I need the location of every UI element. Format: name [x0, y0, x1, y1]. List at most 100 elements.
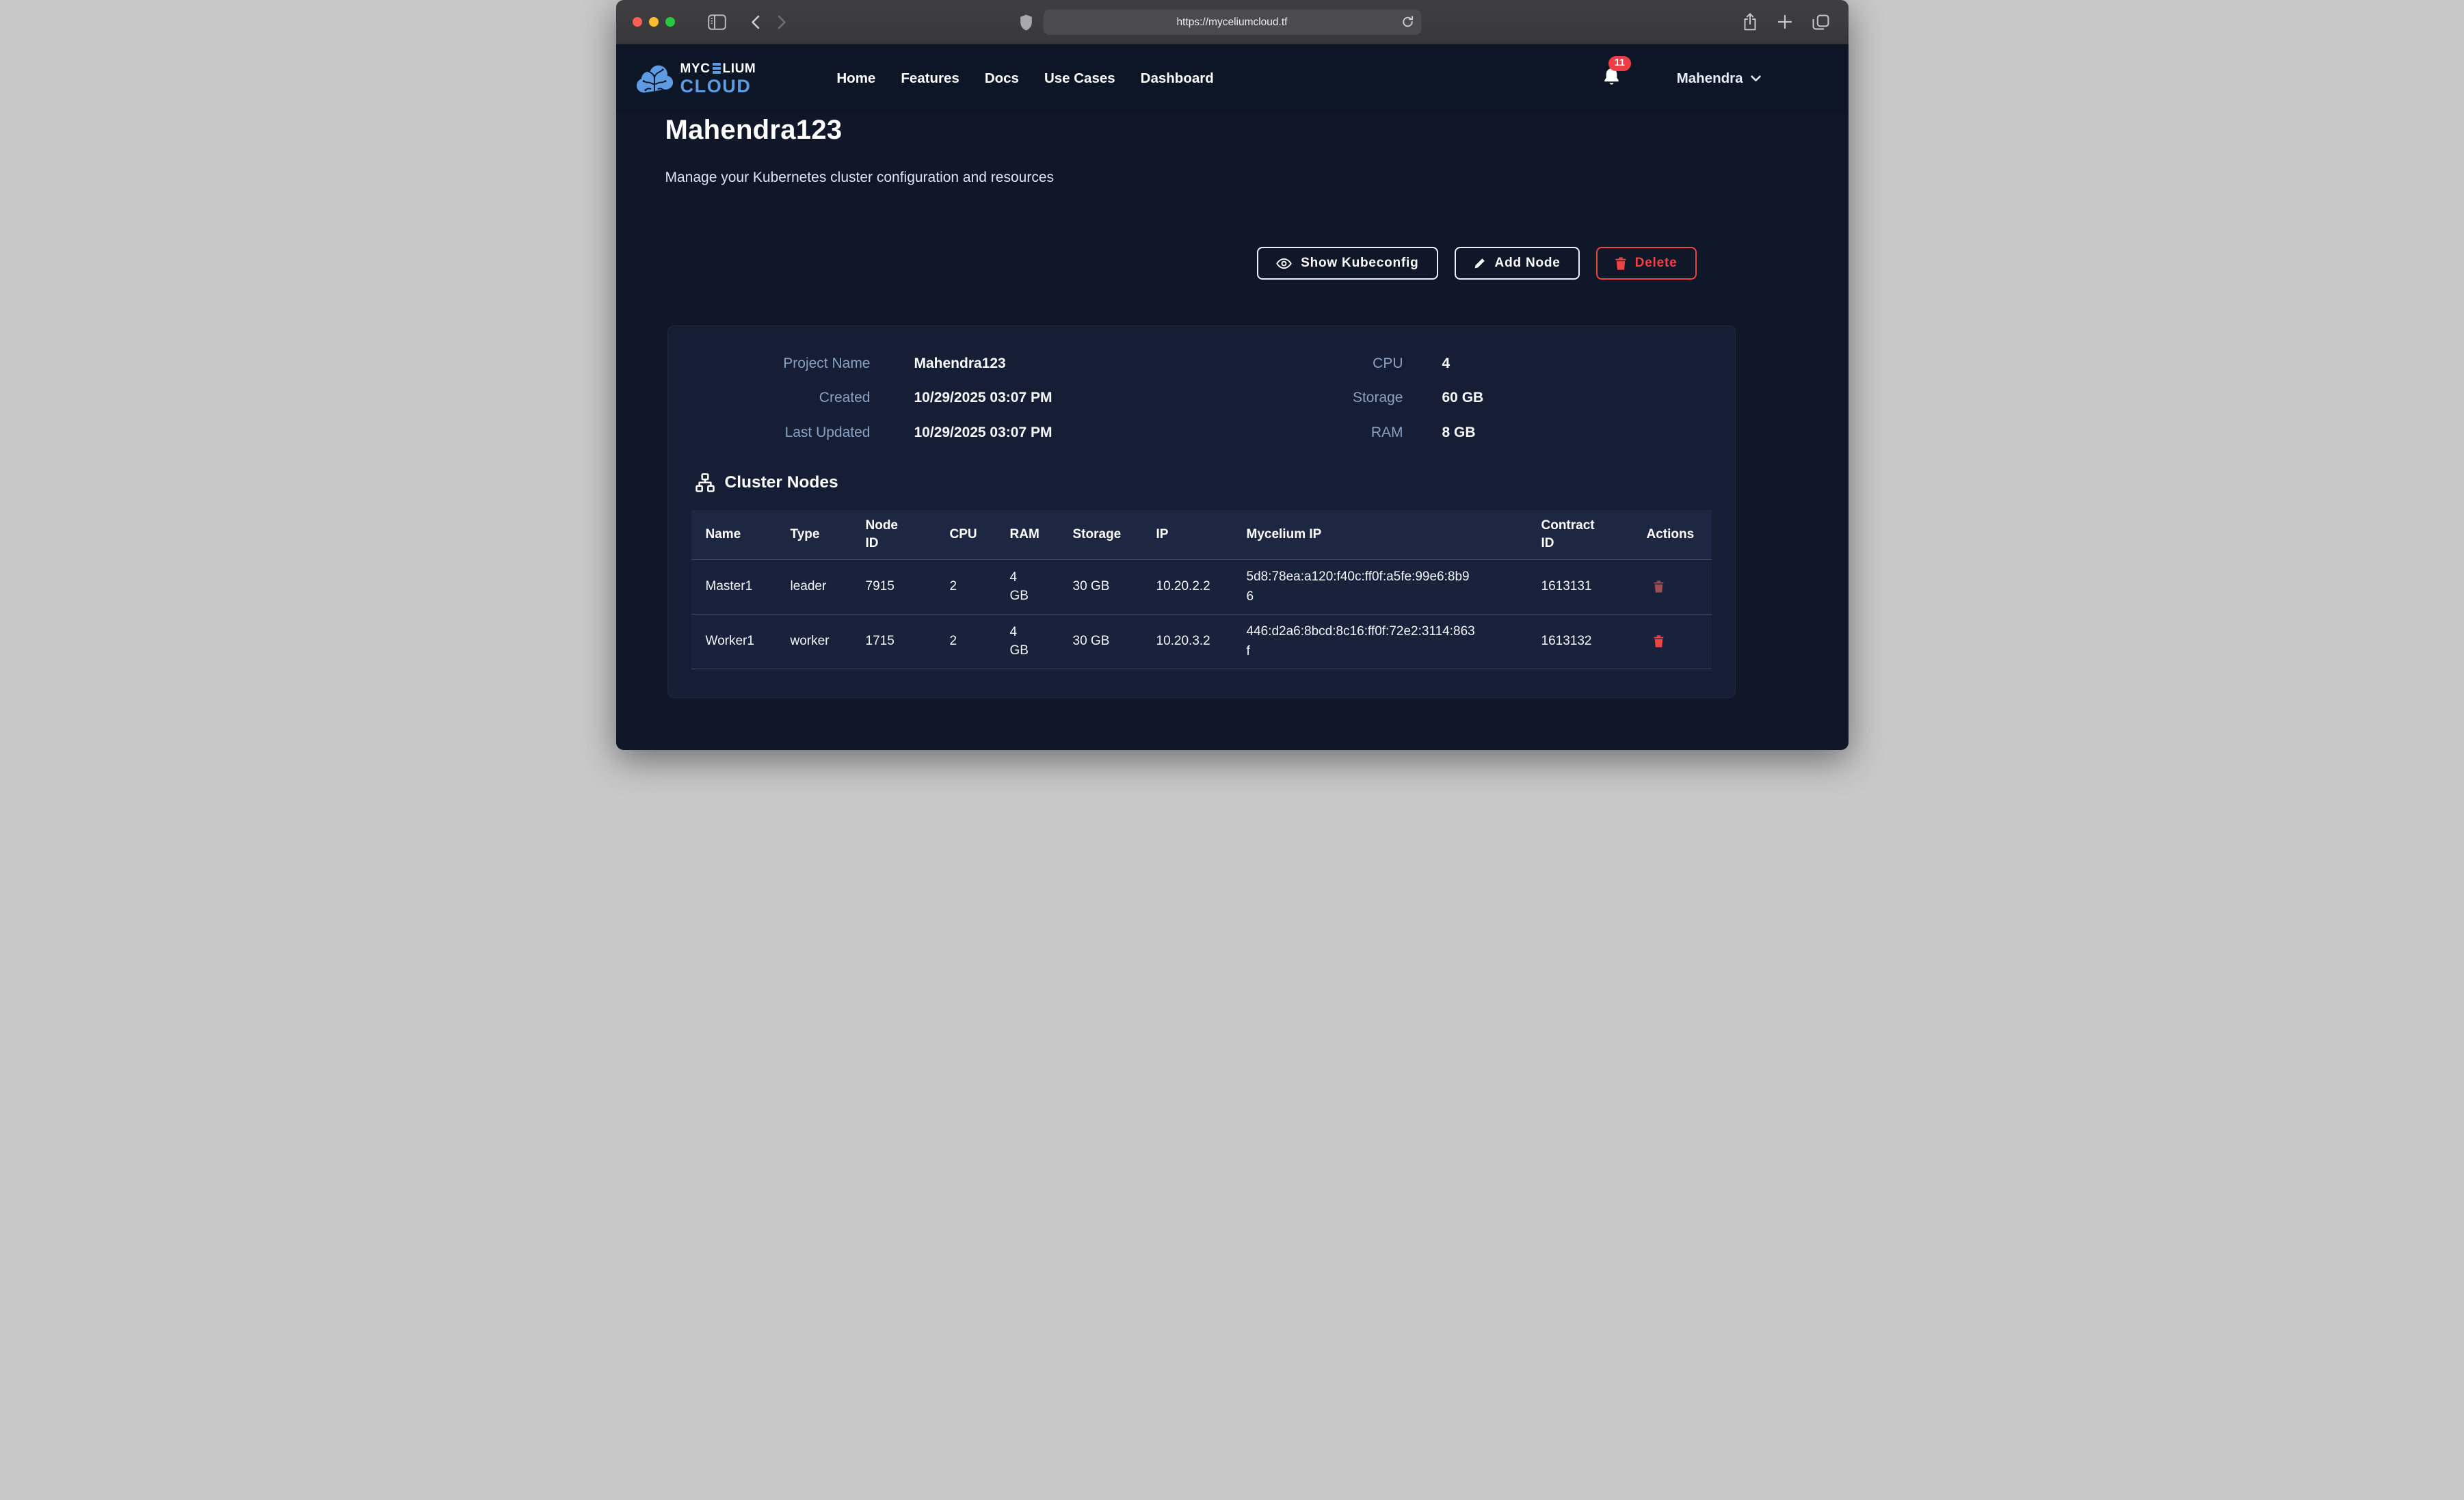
cluster-actions: Show Kubeconfig Add Node Delete — [667, 247, 1736, 280]
trash-icon — [1615, 257, 1626, 270]
main-nav: Home Features Docs Use Cases Dashboard — [836, 70, 1213, 87]
tab-overview-icon[interactable] — [1812, 14, 1829, 30]
node-mycelium-ip: 446:d2a6:8bcd:8c16:ff0f:72e2:3114:863f — [1247, 621, 1476, 662]
col-header-ip: IP — [1156, 527, 1247, 542]
site-header: MYC LIUM CLOUD Home Features Docs Use Ca… — [616, 44, 1849, 113]
info-label: RAM — [1208, 424, 1403, 442]
node-id: 1715 — [866, 634, 950, 649]
col-header-cpu: CPU — [950, 527, 1010, 542]
delete-label: Delete — [1635, 256, 1678, 271]
logo-wordmark: MYC LIUM CLOUD — [680, 62, 756, 96]
cluster-nodes-heading: Cluster Nodes — [696, 473, 1735, 492]
user-name: Mahendra — [1677, 70, 1743, 87]
trash-icon — [1654, 580, 1664, 593]
nav-item-home[interactable]: Home — [836, 70, 875, 87]
node-id: 7915 — [866, 579, 950, 594]
privacy-shield-icon[interactable] — [1019, 14, 1033, 35]
browser-actions — [1743, 13, 1832, 31]
refresh-icon[interactable] — [1401, 15, 1414, 32]
node-name: Worker1 — [691, 634, 791, 649]
node-contract-id: 1613131 — [1541, 579, 1647, 594]
eye-icon — [1276, 258, 1292, 269]
logo-text-cloud: CLOUD — [680, 77, 756, 96]
info-value: 8 GB — [1403, 424, 1735, 442]
chevron-down-icon — [1751, 75, 1761, 82]
nav-item-features[interactable]: Features — [901, 70, 959, 87]
info-label: Storage — [1208, 389, 1403, 407]
notifications-button[interactable]: 11 — [1602, 67, 1621, 90]
node-contract-id: 1613132 — [1541, 634, 1647, 649]
sidebar-toggle-icon[interactable] — [708, 14, 726, 30]
close-window-button[interactable] — [633, 17, 642, 27]
new-tab-icon[interactable] — [1778, 15, 1792, 29]
cluster-panel: Project Name Mahendra123 CPU 4 Created 1… — [667, 325, 1736, 698]
delete-node-button[interactable] — [1647, 580, 1664, 593]
col-header-type: Type — [791, 527, 866, 542]
col-header-ram: RAM — [1010, 527, 1073, 542]
webpage: Mahendra123 Manage your Kubernetes clust… — [616, 44, 1849, 750]
nav-item-docs[interactable]: Docs — [985, 70, 1019, 87]
browser-toolbar: https://myceliumcloud.tf — [616, 0, 1849, 44]
mycelium-cloud-logo[interactable]: MYC LIUM CLOUD — [635, 62, 756, 96]
address-bar[interactable]: https://myceliumcloud.tf — [1043, 10, 1421, 35]
node-ip: 10.20.3.2 — [1156, 634, 1247, 649]
node-ram: 4 GB — [1010, 568, 1033, 606]
node-storage: 30 GB — [1073, 634, 1156, 649]
cluster-nodes-title: Cluster Nodes — [725, 473, 838, 492]
page-subtitle: Manage your Kubernetes cluster configura… — [665, 170, 1055, 186]
info-label: Project Name — [668, 355, 914, 373]
logo-text-myc: MYC — [680, 62, 711, 75]
show-kubeconfig-label: Show Kubeconfig — [1301, 256, 1418, 271]
zoom-window-button[interactable] — [665, 17, 675, 27]
add-node-button[interactable]: Add Node — [1455, 247, 1580, 280]
info-label: Created — [668, 389, 914, 407]
node-cpu: 2 — [950, 579, 1010, 594]
logo-e-bars-icon — [713, 63, 721, 73]
node-ram: 4 GB — [1010, 623, 1033, 660]
col-header-storage: Storage — [1073, 527, 1156, 542]
info-label: Last Updated — [668, 424, 914, 442]
page-title: Mahendra123 — [665, 115, 843, 146]
trash-icon — [1654, 635, 1664, 647]
notification-count-badge: 11 — [1608, 56, 1631, 71]
browser-window: https://myceliumcloud.tf Mahendra123 Man… — [616, 0, 1849, 750]
node-ip: 10.20.2.2 — [1156, 579, 1247, 594]
minimize-window-button[interactable] — [649, 17, 659, 27]
delete-cluster-button[interactable]: Delete — [1596, 247, 1697, 280]
nav-item-dashboard[interactable]: Dashboard — [1141, 70, 1214, 87]
info-value: Mahendra123 — [914, 355, 1208, 373]
info-label: CPU — [1208, 355, 1403, 373]
org-chart-icon — [696, 473, 715, 492]
info-value: 4 — [1403, 355, 1735, 373]
info-value: 10/29/2025 03:07 PM — [914, 389, 1208, 407]
share-icon[interactable] — [1743, 13, 1758, 31]
nav-item-use-cases[interactable]: Use Cases — [1044, 70, 1115, 87]
node-type: leader — [791, 579, 866, 594]
url-text: https://myceliumcloud.tf — [1177, 16, 1288, 29]
node-mycelium-ip: 5d8:78ea:a120:f40c:ff0f:a5fe:99e6:8b96 — [1247, 567, 1476, 607]
forward-icon[interactable] — [778, 15, 786, 29]
info-value: 60 GB — [1403, 389, 1735, 407]
col-header-contract-id: Contract ID — [1541, 517, 1602, 552]
pencil-icon — [1474, 257, 1486, 269]
node-storage: 30 GB — [1073, 579, 1156, 594]
cloud-tree-icon — [635, 63, 674, 94]
table-header-row: Name Type Node ID CPU RAM Storage IP Myc… — [691, 510, 1712, 559]
col-header-mycelium-ip: Mycelium IP — [1247, 527, 1541, 542]
show-kubeconfig-button[interactable]: Show Kubeconfig — [1257, 247, 1438, 280]
add-node-label: Add Node — [1495, 256, 1561, 271]
logo-text-lium: LIUM — [723, 62, 756, 75]
table-row: Worker1 worker 1715 2 4 GB 30 GB 10.20.3… — [691, 614, 1712, 669]
col-header-name: Name — [691, 527, 791, 542]
col-header-actions: Actions — [1647, 527, 1712, 542]
project-info: Project Name Mahendra123 CPU 4 Created 1… — [668, 326, 1735, 442]
delete-node-button[interactable] — [1647, 635, 1664, 647]
node-cpu: 2 — [950, 634, 1010, 649]
back-icon[interactable] — [751, 15, 760, 29]
nodes-table: Name Type Node ID CPU RAM Storage IP Myc… — [691, 510, 1712, 669]
info-value: 10/29/2025 03:07 PM — [914, 424, 1208, 442]
user-menu[interactable]: Mahendra — [1677, 70, 1761, 87]
table-row: Master1 leader 7915 2 4 GB 30 GB 10.20.2… — [691, 559, 1712, 614]
node-type: worker — [791, 634, 866, 649]
node-name: Master1 — [691, 579, 791, 594]
